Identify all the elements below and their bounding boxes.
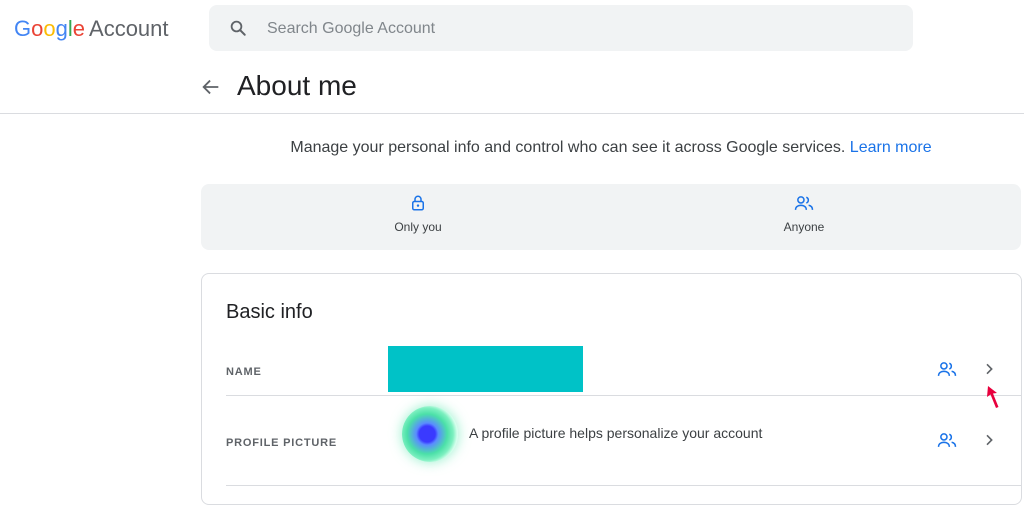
learn-more-link[interactable]: Learn more — [850, 139, 932, 156]
legend-anyone-label: Anyone — [783, 220, 825, 234]
legend-only-you: Only you — [358, 194, 478, 234]
profile-picture-hint: A profile picture helps personalize your… — [469, 425, 763, 441]
page-title: About me — [237, 70, 357, 101]
logo-product-name: Account — [89, 16, 169, 41]
google-account-logo[interactable]: Google Account — [14, 16, 169, 42]
search-bar[interactable] — [209, 5, 913, 53]
intro-text: Manage your personal info and control wh… — [0, 139, 1024, 157]
logo-letter: e — [72, 16, 86, 41]
name-label: NAME — [226, 366, 262, 378]
profile-picture-row[interactable]: PROFILE PICTURE A profile picture helps … — [226, 396, 1021, 486]
people-icon — [794, 196, 814, 210]
header-divider — [0, 113, 1024, 114]
chevron-right-icon[interactable] — [981, 432, 997, 448]
logo-letter: G — [14, 16, 32, 41]
profile-picture-label: PROFILE PICTURE — [226, 437, 338, 449]
search-input[interactable] — [265, 5, 889, 53]
lock-icon — [412, 195, 424, 211]
logo-letter: o — [31, 16, 44, 41]
avatar[interactable] — [402, 406, 458, 462]
search-icon[interactable] — [229, 19, 247, 37]
logo-letter: g — [55, 16, 68, 41]
basic-info-title: Basic info — [226, 301, 313, 323]
mouse-cursor-icon — [987, 386, 999, 408]
legend-only-you-label: Only you — [394, 220, 442, 234]
name-row[interactable]: NAME — [226, 346, 1021, 396]
logo-letter: o — [43, 16, 56, 41]
back-arrow-icon — [202, 79, 219, 95]
visibility-legend: Only you Anyone — [201, 184, 1021, 250]
people-icon — [937, 433, 957, 447]
people-icon — [937, 362, 957, 376]
name-value-redacted — [388, 346, 583, 392]
chevron-right-icon[interactable] — [981, 361, 997, 377]
basic-info-card: Basic info NAME PROFILE PICTURE A profil… — [201, 273, 1022, 505]
legend-anyone: Anyone — [744, 194, 864, 234]
intro-description: Manage your personal info and control wh… — [290, 139, 846, 156]
back-button[interactable] — [200, 76, 222, 98]
